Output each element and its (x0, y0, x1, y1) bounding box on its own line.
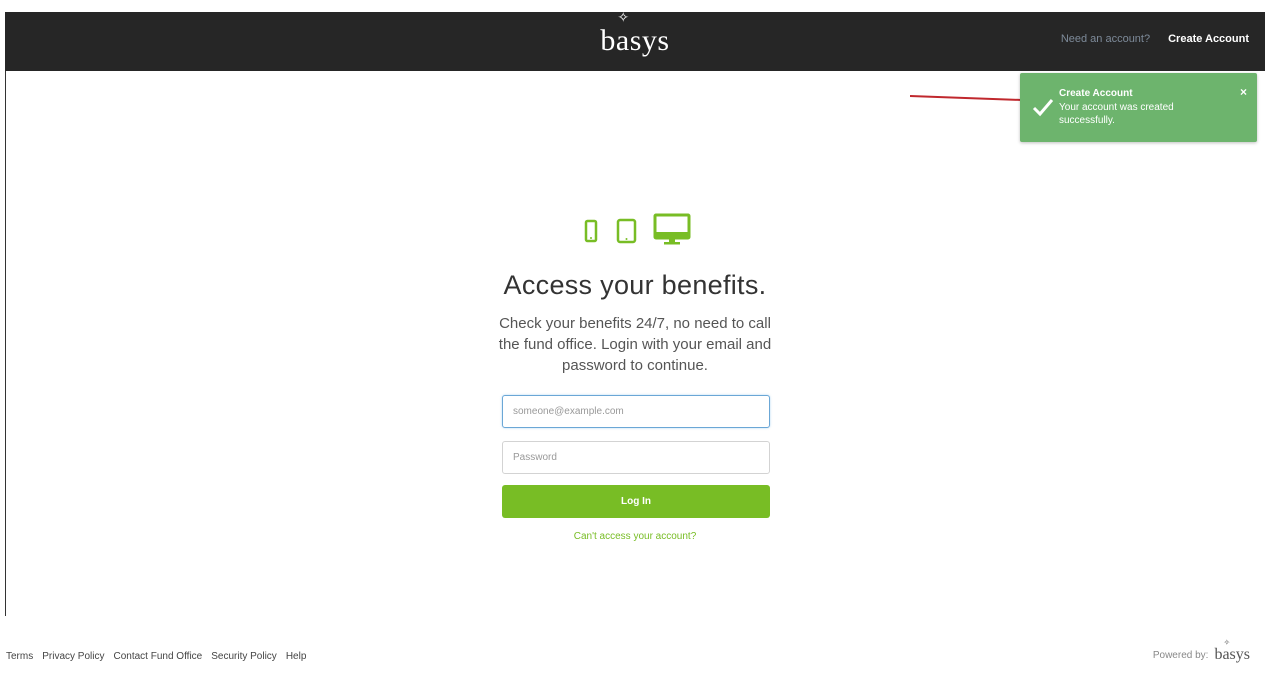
create-account-link[interactable]: Create Account (1168, 33, 1249, 45)
toast-message: Your account was created successfully. (1059, 102, 1174, 126)
toast-close-button[interactable]: × (1240, 85, 1247, 99)
tablet-icon (616, 218, 637, 244)
desktop-icon (653, 213, 691, 245)
footer-link-contact[interactable]: Contact Fund Office (113, 651, 202, 662)
email-input[interactable] (502, 395, 770, 428)
footer-link-privacy[interactable]: Privacy Policy (42, 651, 104, 662)
checkmark-icon (1032, 99, 1054, 117)
footer-logo-star-icon: ✧ (1223, 638, 1231, 647)
phone-icon (584, 219, 598, 243)
page-title: Access your benefits. (503, 270, 767, 300)
page-subtitle: Check your benefits 24/7, no need to cal… (498, 315, 772, 374)
footer-link-security[interactable]: Security Policy (211, 651, 277, 662)
forgot-account-link[interactable]: Can't access your account? (0, 531, 1270, 542)
toast-title: Create Account (1059, 88, 1133, 99)
footer-link-help[interactable]: Help (286, 651, 307, 662)
footer-brand-logo: ✧ basys (1214, 638, 1250, 664)
need-account-text: Need an account? (1060, 33, 1151, 45)
password-input[interactable] (502, 441, 770, 474)
top-header: ✧ basys Need an account? Create Account (5, 11, 1265, 71)
footer-link-terms[interactable]: Terms (6, 651, 33, 662)
device-icons (584, 213, 691, 245)
header-account-nav: Need an account? Create Account (1061, 33, 1249, 45)
brand-text: basys (600, 24, 670, 57)
brand-logo[interactable]: ✧ basys (600, 11, 670, 58)
powered-by: Powered by: ✧ basys (1152, 638, 1250, 664)
footer-brand-text: basys (1214, 646, 1250, 663)
success-toast: Create Account Your account was created … (1020, 73, 1257, 142)
logo-star-icon: ✧ (617, 11, 630, 26)
powered-by-label: Powered by: (1152, 649, 1209, 661)
login-button[interactable]: Log In (502, 485, 770, 518)
annotation-arrow-icon (910, 94, 1034, 105)
footer-links: Terms Privacy Policy Contact Fund Office… (6, 651, 306, 662)
